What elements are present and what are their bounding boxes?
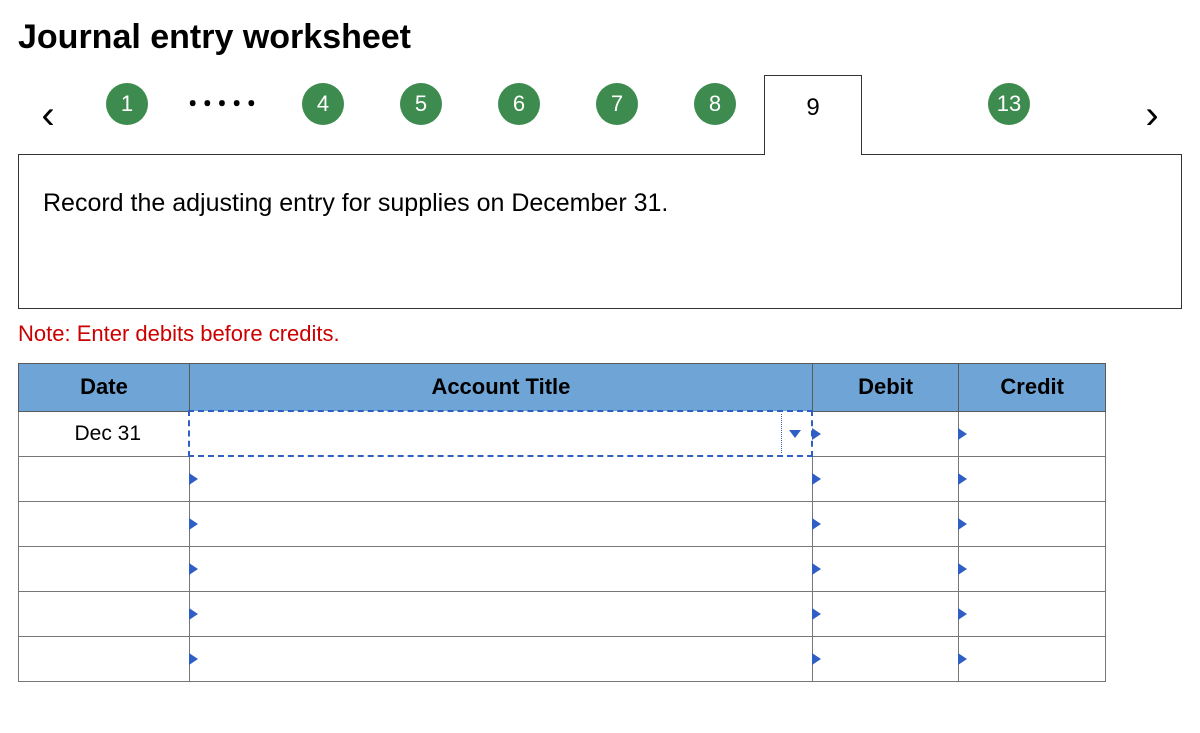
debit-cell[interactable]	[812, 546, 959, 591]
table-row	[19, 456, 1106, 501]
step-tab-7[interactable]: 7	[568, 75, 666, 155]
col-header-date: Date	[19, 364, 190, 412]
credit-cell[interactable]	[959, 456, 1106, 501]
date-cell[interactable]	[19, 456, 190, 501]
credit-cell[interactable]	[959, 501, 1106, 546]
date-cell[interactable]	[19, 546, 190, 591]
step-tab-5[interactable]: 5	[372, 75, 470, 155]
instruction-panel: Record the adjusting entry for supplies …	[18, 154, 1182, 309]
step-number: 1	[106, 83, 148, 125]
step-number: 6	[498, 83, 540, 125]
col-header-credit: Credit	[959, 364, 1106, 412]
account-title-cell[interactable]	[189, 411, 812, 456]
step-number: 8	[694, 83, 736, 125]
account-title-cell[interactable]	[189, 591, 812, 636]
credit-cell[interactable]	[959, 636, 1106, 681]
journal-table: Date Account Title Debit Credit Dec 31	[18, 363, 1106, 682]
col-header-debit: Debit	[812, 364, 959, 412]
col-header-account: Account Title	[189, 364, 812, 412]
step-number: 4	[302, 83, 344, 125]
step-spacer	[862, 75, 960, 155]
date-cell[interactable]	[19, 591, 190, 636]
next-arrow[interactable]: ›	[1122, 95, 1182, 135]
account-title-cell[interactable]	[189, 546, 812, 591]
table-row: Dec 31	[19, 411, 1106, 456]
debit-cell[interactable]	[812, 456, 959, 501]
step-tab-9[interactable]: 9	[764, 75, 862, 155]
step-tab-1[interactable]: 1	[78, 75, 176, 155]
debit-cell[interactable]	[812, 591, 959, 636]
step-tab-8[interactable]: 8	[666, 75, 764, 155]
account-title-cell[interactable]	[189, 456, 812, 501]
step-number: 9	[792, 87, 834, 129]
prev-arrow[interactable]: ‹	[18, 95, 78, 135]
step-tabs-inner: 1 ꞏꞏꞏꞏꞏ 4 5 6 7 8 9 13	[78, 75, 1122, 155]
debit-cell[interactable]	[812, 501, 959, 546]
step-tab-6[interactable]: 6	[470, 75, 568, 155]
note-text: Note: Enter debits before credits.	[18, 321, 1182, 347]
credit-cell[interactable]	[959, 411, 1106, 456]
step-tabs: ‹ 1 ꞏꞏꞏꞏꞏ 4 5 6 7 8 9 13 ›	[18, 75, 1182, 155]
step-tab-13[interactable]: 13	[960, 75, 1058, 155]
step-number: 13	[988, 83, 1030, 125]
credit-cell[interactable]	[959, 546, 1106, 591]
account-title-cell[interactable]	[189, 636, 812, 681]
debit-cell[interactable]	[812, 636, 959, 681]
step-ellipsis: ꞏꞏꞏꞏꞏ	[176, 75, 274, 155]
step-tab-4[interactable]: 4	[274, 75, 372, 155]
debit-cell[interactable]	[812, 411, 959, 456]
step-number: 5	[400, 83, 442, 125]
date-cell[interactable]	[19, 636, 190, 681]
instruction-text: Record the adjusting entry for supplies …	[43, 189, 668, 217]
table-row	[19, 591, 1106, 636]
table-row	[19, 546, 1106, 591]
dropdown-caret-icon[interactable]	[781, 414, 807, 453]
table-row	[19, 636, 1106, 681]
table-header-row: Date Account Title Debit Credit	[19, 364, 1106, 412]
table-row	[19, 501, 1106, 546]
page-title: Journal entry worksheet	[18, 18, 1182, 57]
date-cell[interactable]	[19, 501, 190, 546]
step-number: 7	[596, 83, 638, 125]
date-cell[interactable]: Dec 31	[19, 411, 190, 456]
account-title-cell[interactable]	[189, 501, 812, 546]
credit-cell[interactable]	[959, 591, 1106, 636]
